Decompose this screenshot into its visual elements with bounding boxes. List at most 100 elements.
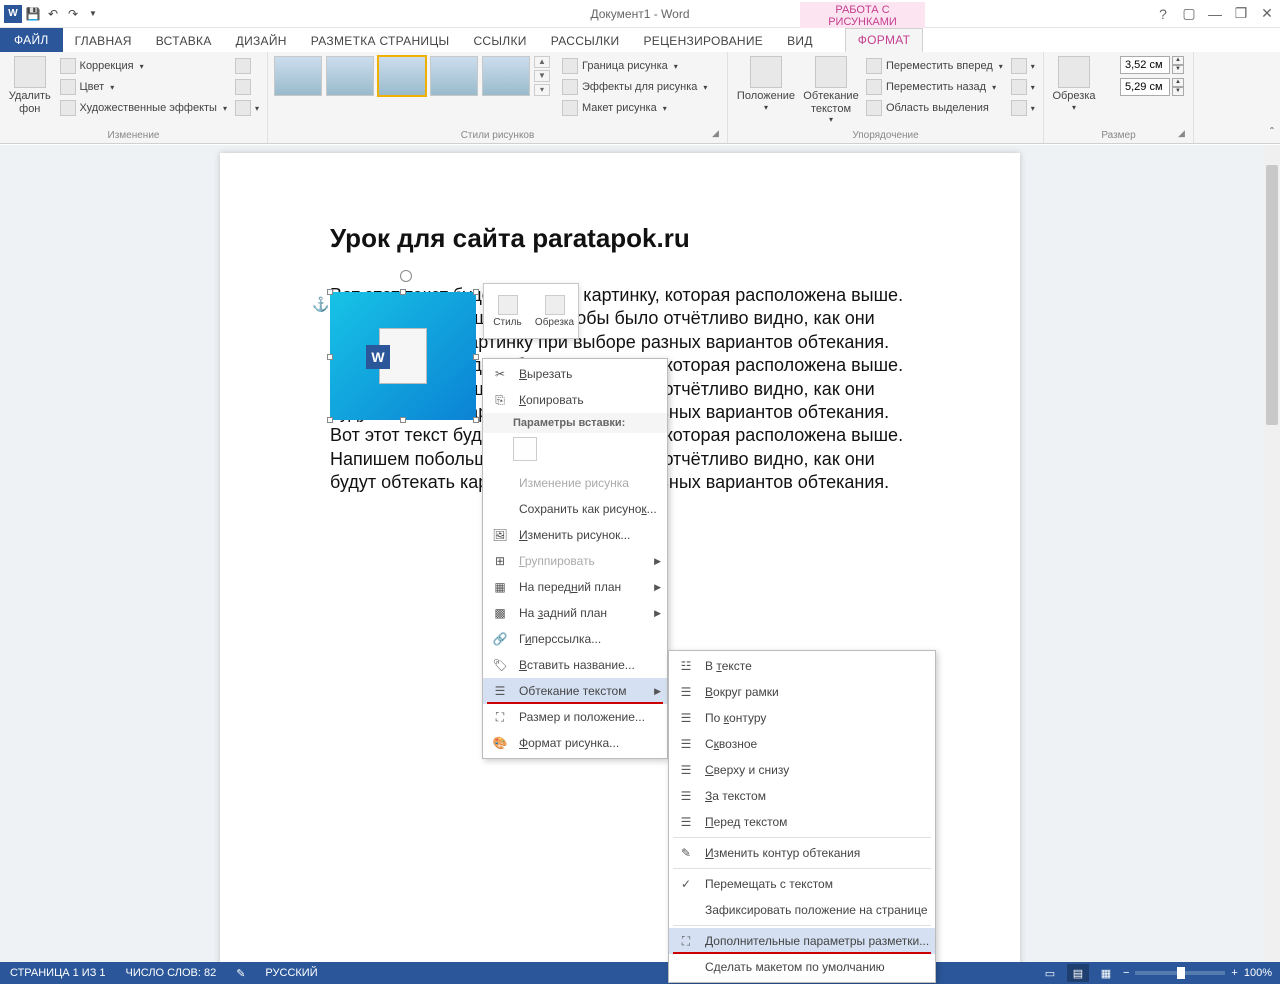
tab-page-layout[interactable]: РАЗМЕТКА СТРАНИЦЫ	[299, 30, 462, 52]
status-language[interactable]: РУССКИЙ	[255, 967, 327, 979]
picture-styles-gallery[interactable]: ▲ ▼ ▾	[274, 56, 550, 96]
zoom-in-icon[interactable]: +	[1231, 967, 1237, 979]
ctx-copy[interactable]: ⎘Копировать	[483, 387, 667, 413]
tab-home[interactable]: ГЛАВНАЯ	[63, 30, 144, 52]
set-as-default-layout[interactable]: Сделать макетом по умолчанию	[669, 954, 935, 980]
ctx-hyperlink[interactable]: 🔗Гиперссылка...	[483, 626, 667, 652]
height-up[interactable]: ▲	[1172, 56, 1184, 65]
zoom-level[interactable]: 100%	[1244, 967, 1272, 979]
style-thumb-3[interactable]	[378, 56, 426, 96]
ctx-format-picture[interactable]: 🎨Формат рисунка...	[483, 730, 667, 756]
remove-background-button[interactable]: Удалить фон	[6, 56, 54, 115]
reset-picture-button[interactable]: ▾	[233, 98, 261, 118]
picture-border-button[interactable]: Граница рисунка▾	[560, 56, 709, 76]
size-dialog-launcher[interactable]: ◢	[1178, 128, 1190, 140]
resize-handle-sw[interactable]	[327, 417, 333, 423]
resize-handle-se[interactable]	[473, 417, 479, 423]
ctx-cut[interactable]: ✂Вырезать	[483, 361, 667, 387]
position-button[interactable]: Положение▾	[734, 56, 798, 112]
ctx-size-position[interactable]: ⛶Размер и положение...	[483, 704, 667, 730]
send-backward-button[interactable]: Переместить назад▾	[864, 77, 1005, 97]
minimize-icon[interactable]: —	[1206, 5, 1224, 23]
collapse-ribbon-icon[interactable]: ˆ	[1270, 125, 1274, 139]
group-objects-button[interactable]: ▾	[1009, 77, 1037, 97]
more-layout-options[interactable]: ⛶Дополнительные параметры разметки...	[669, 928, 935, 954]
move-with-text[interactable]: ✓Перемещать с текстом	[669, 871, 935, 897]
view-print-layout[interactable]: ▤	[1067, 964, 1089, 982]
resize-handle-e[interactable]	[473, 354, 479, 360]
resize-handle-s[interactable]	[400, 417, 406, 423]
color-button[interactable]: Цвет▾	[58, 77, 229, 97]
wrap-inline[interactable]: ☳В тексте	[669, 653, 935, 679]
style-thumb-5[interactable]	[482, 56, 530, 96]
restore-icon[interactable]: ❐	[1232, 5, 1250, 23]
picture-effects-button[interactable]: Эффекты для рисунка▾	[560, 77, 709, 97]
styles-dialog-launcher[interactable]: ◢	[712, 128, 724, 140]
ctx-bring-to-front[interactable]: ▦На передний план▶	[483, 574, 667, 600]
selection-pane-button[interactable]: Область выделения	[864, 98, 1005, 118]
status-word-count[interactable]: ЧИСЛО СЛОВ: 82	[116, 967, 227, 979]
ctx-change-picture[interactable]: 🖼Изменить рисунок...	[483, 522, 667, 548]
style-thumb-2[interactable]	[326, 56, 374, 96]
save-icon[interactable]: 💾	[24, 5, 42, 23]
tab-format[interactable]: ФОРМАТ	[845, 28, 924, 52]
artistic-effects-button[interactable]: Художественные эффекты▾	[58, 98, 229, 118]
help-icon[interactable]: ?	[1154, 5, 1172, 23]
close-icon[interactable]: ✕	[1258, 5, 1276, 23]
resize-handle-w[interactable]	[327, 354, 333, 360]
change-picture-button[interactable]	[233, 77, 261, 97]
bring-forward-button[interactable]: Переместить вперед▾	[864, 56, 1005, 76]
scroll-thumb[interactable]	[1266, 165, 1278, 425]
mini-crop-button[interactable]: Обрезка	[531, 284, 578, 338]
tab-mailings[interactable]: РАССЫЛКИ	[539, 30, 632, 52]
tab-review[interactable]: РЕЦЕНЗИРОВАНИЕ	[631, 30, 775, 52]
status-page[interactable]: СТРАНИЦА 1 ИЗ 1	[0, 967, 116, 979]
rotate-handle[interactable]	[400, 270, 412, 282]
undo-icon[interactable]: ↶	[44, 5, 62, 23]
qat-customize-icon[interactable]: ▼	[84, 5, 102, 23]
tab-references[interactable]: ССЫЛКИ	[461, 30, 538, 52]
corrections-button[interactable]: Коррекция▾	[58, 56, 229, 76]
edit-wrap-points[interactable]: ✎Изменить контур обтекания	[669, 840, 935, 866]
ctx-insert-caption[interactable]: 🏷Вставить название...	[483, 652, 667, 678]
embedded-image[interactable]	[330, 292, 476, 420]
height-down[interactable]: ▼	[1172, 65, 1184, 74]
resize-handle-n[interactable]	[400, 289, 406, 295]
picture-layout-button[interactable]: Макет рисунка▾	[560, 98, 709, 118]
ribbon-display-icon[interactable]: ▢	[1180, 5, 1198, 23]
style-thumb-4[interactable]	[430, 56, 478, 96]
redo-icon[interactable]: ↷	[64, 5, 82, 23]
wrap-behind[interactable]: ☰За текстом	[669, 783, 935, 809]
width-up[interactable]: ▲	[1172, 78, 1184, 87]
wrap-through[interactable]: ☰Сквозное	[669, 731, 935, 757]
tab-file[interactable]: ФАЙЛ	[0, 28, 63, 52]
style-thumb-1[interactable]	[274, 56, 322, 96]
zoom-thumb[interactable]	[1177, 967, 1185, 979]
resize-handle-ne[interactable]	[473, 289, 479, 295]
zoom-slider[interactable]	[1135, 971, 1225, 975]
width-input[interactable]	[1120, 78, 1170, 96]
ctx-wrap-text[interactable]: ☰Обтекание текстом▶	[483, 678, 667, 704]
wrap-square[interactable]: ☰Вокруг рамки	[669, 679, 935, 705]
paste-option-1[interactable]	[513, 437, 537, 461]
view-read-mode[interactable]: ▭	[1039, 964, 1061, 982]
wrap-text-button[interactable]: Обтекание текстом▾	[802, 56, 860, 124]
zoom-out-icon[interactable]: −	[1123, 967, 1129, 979]
vertical-scrollbar[interactable]	[1264, 145, 1280, 962]
height-input[interactable]	[1120, 56, 1170, 74]
wrap-tight[interactable]: ☰По контуру	[669, 705, 935, 731]
gallery-down-icon[interactable]: ▼	[534, 70, 550, 82]
view-web-layout[interactable]: ▦	[1095, 964, 1117, 982]
crop-button[interactable]: Обрезка▾	[1050, 56, 1098, 112]
wrap-top-bottom[interactable]: ☰Сверху и снизу	[669, 757, 935, 783]
gallery-more-icon[interactable]: ▾	[534, 84, 550, 96]
tab-design[interactable]: ДИЗАЙН	[224, 30, 299, 52]
width-down[interactable]: ▼	[1172, 87, 1184, 96]
fix-position[interactable]: Зафиксировать положение на странице	[669, 897, 935, 923]
status-proofing-icon[interactable]: ✎	[226, 967, 255, 980]
mini-style-button[interactable]: Стиль	[484, 284, 531, 338]
tab-view[interactable]: ВИД	[775, 30, 825, 52]
ctx-save-as-picture[interactable]: Сохранить как рисунок...	[483, 496, 667, 522]
wrap-front[interactable]: ☰Перед текстом	[669, 809, 935, 835]
rotate-button[interactable]: ▾	[1009, 98, 1037, 118]
